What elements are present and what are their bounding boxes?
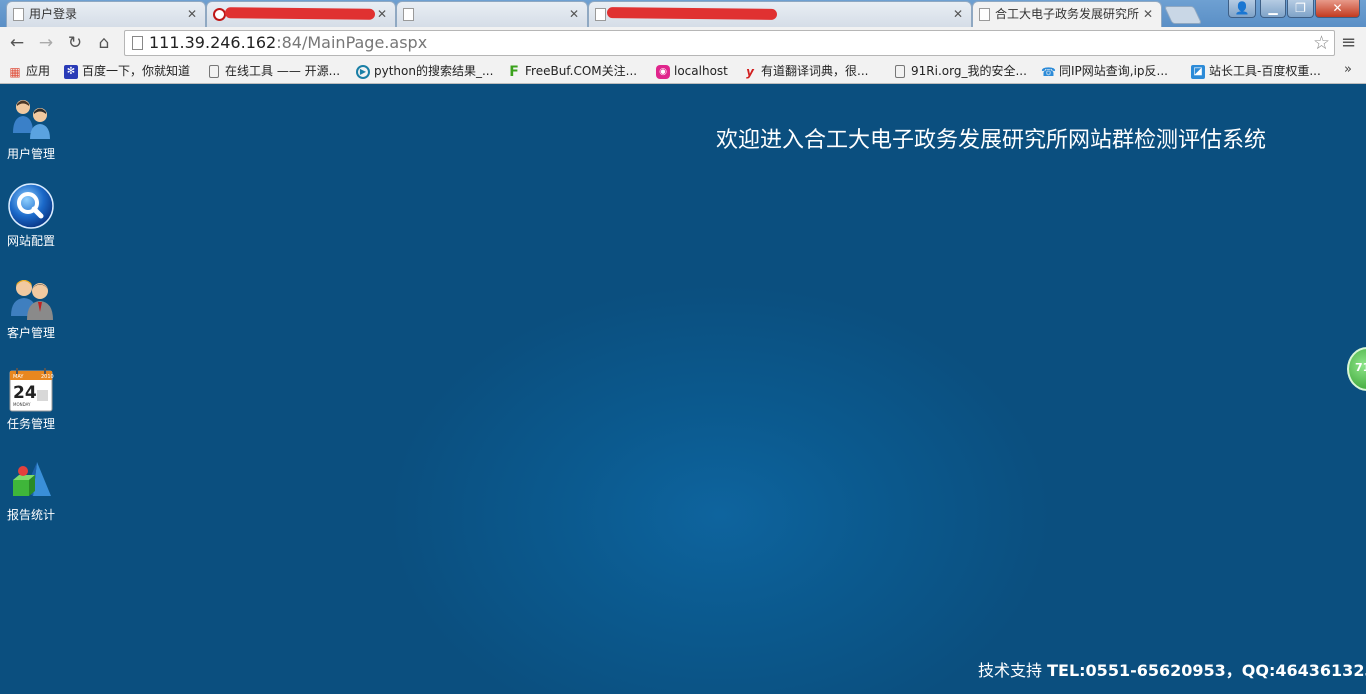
close-icon[interactable]: ✕ (1143, 2, 1153, 26)
tab-title: 用户登录 (29, 7, 78, 21)
bookmark-apps[interactable]: ▦ 应用 (8, 62, 50, 81)
sidebar-item-label: 用户管理 (6, 147, 55, 161)
baidu-paw-icon: ✻ (64, 65, 78, 79)
footer-contact: TEL:0551-65620953，QQ:464361323 (1047, 661, 1366, 680)
bookmark-baidu[interactable]: ✻ 百度一下，你就知道 (64, 62, 190, 81)
browser-tab-strip: 用户登录 ✕ ✕ ✕ ✕ 合工大电子政务发展研究所 ✕ 👤 ▁ ❐ ✕ (0, 0, 1366, 27)
sidebar-item-label: 任务管理 (6, 417, 55, 431)
forward-arrow-icon[interactable]: → (35, 32, 57, 54)
close-window-button[interactable]: ✕ (1315, 0, 1360, 18)
page-icon (895, 65, 905, 78)
redaction-scribble (606, 7, 778, 20)
page-icon (979, 8, 990, 21)
browser-toolbar: ← → ↻ ⌂ 111.39.246.162:84/MainPage.aspx … (0, 27, 1366, 59)
shapes-report-icon (13, 462, 51, 496)
sidebar-item-report-stats[interactable]: 报告统计 (0, 456, 62, 523)
main-content: 欢迎进入合工大电子政务发展研究所网站群检测评估系统 用户管理 网站配置 客户管理… (0, 85, 1366, 694)
sidebar-item-label: 网站配置 (6, 234, 55, 248)
redaction-scribble (224, 7, 376, 20)
sidebar-item-label: 客户管理 (6, 326, 55, 340)
maximize-button[interactable]: ❐ (1287, 0, 1314, 18)
tab-user-login[interactable]: 用户登录 ✕ (6, 1, 206, 27)
minimize-button[interactable]: ▁ (1260, 0, 1286, 18)
users-icon (13, 100, 50, 139)
close-icon[interactable]: ✕ (377, 2, 387, 26)
bookmark-python-search[interactable]: ▶ python的搜索结果_... (356, 62, 493, 81)
page-title: 欢迎进入合工大电子政务发展研究所网站群检测评估系统 (716, 128, 1267, 153)
phone-icon: ☎ (1041, 65, 1056, 79)
back-arrow-icon[interactable]: ← (6, 32, 28, 54)
bookmark-same-ip[interactable]: ☎ 同IP网站查询,ip反... (1041, 62, 1168, 81)
sidebar-item-label: 报告统计 (6, 508, 55, 522)
chinaz-icon: ◪ (1191, 65, 1205, 79)
footer-support: 技术支持 TEL:0551-65620953，QQ:464361323 (978, 657, 1366, 681)
close-icon[interactable]: ✕ (953, 2, 963, 26)
svg-text:MAY: MAY (13, 374, 24, 380)
magnifier-globe-icon (8, 183, 54, 229)
svg-text:MONDAY: MONDAY (13, 402, 31, 407)
customers-icon (11, 280, 53, 320)
calendar-icon: MAY 2010 24 MONDAY (9, 368, 54, 412)
close-icon[interactable]: ✕ (569, 2, 579, 26)
new-tab-button[interactable] (1163, 6, 1203, 24)
page-icon (595, 8, 606, 21)
page-icon (209, 65, 219, 78)
bookmark-91ri[interactable]: 91Ri.org_我的安全... (893, 62, 1027, 81)
bookmark-chinaz[interactable]: ◪ 站长工具-百度权重... (1191, 62, 1321, 81)
home-icon[interactable]: ⌂ (93, 32, 115, 54)
tab-redacted-3[interactable]: ✕ (588, 1, 972, 27)
tab-redacted-1[interactable]: ✕ (206, 1, 396, 27)
bookmark-localhost[interactable]: ◉ localhost (656, 62, 728, 81)
sidebar-item-task-management[interactable]: MAY 2010 24 MONDAY 任务管理 (0, 365, 62, 432)
page-icon (403, 8, 414, 21)
user-profile-button[interactable]: 👤 (1228, 0, 1256, 18)
bookmark-youdao[interactable]: y 有道翻译词典，很... (743, 62, 868, 81)
play-circle-icon: ▶ (356, 65, 370, 79)
opera-icon (213, 8, 226, 21)
url-text: 111.39.246.162:84/MainPage.aspx (149, 33, 428, 52)
bookmarks-bar: ▦ 应用 ✻ 百度一下，你就知道 在线工具 —— 开源... ▶ python的… (0, 59, 1366, 84)
bookmark-online-tools[interactable]: 在线工具 —— 开源... (207, 62, 340, 81)
freebuf-f-icon: F (509, 64, 519, 80)
tab-main-page[interactable]: 合工大电子政务发展研究所 ✕ (972, 1, 1162, 27)
widget-count: 71 (1355, 361, 1366, 374)
page-icon (132, 36, 143, 50)
floating-side-widget[interactable]: 71 (1347, 347, 1366, 391)
bookmark-star-icon[interactable]: ☆ (1313, 31, 1330, 55)
menu-icon[interactable]: ≡ (1341, 33, 1359, 53)
svg-text:2010: 2010 (41, 374, 54, 380)
address-bar[interactable]: 111.39.246.162:84/MainPage.aspx ☆ (124, 30, 1335, 56)
youdao-y-icon: y (746, 65, 754, 79)
pink-camera-icon: ◉ (656, 65, 670, 79)
tab-title: 合工大电子政务发展研究所 (995, 7, 1140, 21)
page-icon (13, 8, 24, 21)
apps-grid-icon: ▦ (9, 65, 21, 79)
bookmarks-overflow-icon[interactable]: » (1344, 62, 1352, 77)
sidebar-item-customer-management[interactable]: 客户管理 (0, 274, 62, 341)
sidebar-item-site-config[interactable]: 网站配置 (0, 182, 62, 249)
svg-text:24: 24 (13, 383, 37, 403)
tab-redacted-2[interactable]: ✕ (396, 1, 588, 27)
bookmark-freebuf[interactable]: F FreeBuf.COM关注... (507, 62, 637, 81)
sidebar-item-user-management[interactable]: 用户管理 (0, 95, 62, 162)
footer-prefix: 技术支持 (978, 661, 1043, 680)
close-icon[interactable]: ✕ (187, 2, 197, 26)
reload-icon[interactable]: ↻ (64, 32, 86, 54)
